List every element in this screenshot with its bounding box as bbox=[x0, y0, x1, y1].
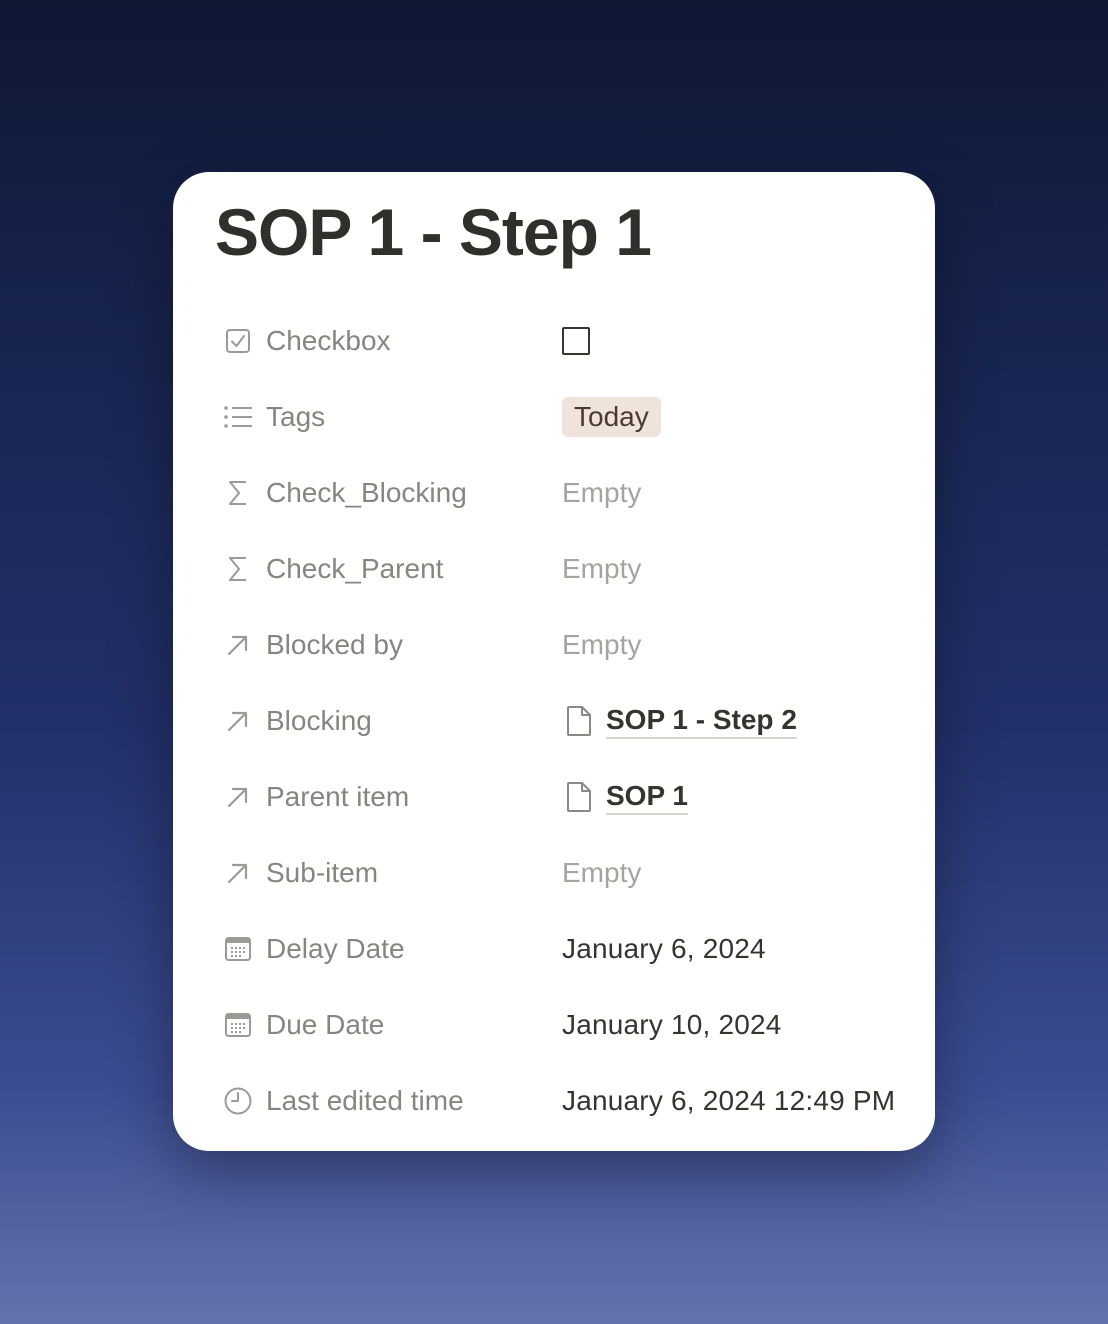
property-row-checkbox: Checkbox bbox=[221, 303, 921, 379]
document-icon bbox=[562, 704, 596, 738]
property-label-text: Blocking bbox=[266, 705, 372, 736]
property-row-delay-date: Delay Date January 6, 2024 bbox=[221, 911, 921, 987]
calendar-icon bbox=[221, 932, 255, 966]
tag-badge[interactable]: Today bbox=[562, 397, 661, 437]
properties-list: Checkbox Tags Today Check_Blocking Empty… bbox=[221, 303, 921, 1139]
property-label-check-blocking[interactable]: Check_Blocking bbox=[221, 455, 562, 531]
property-label-check-parent[interactable]: Check_Parent bbox=[221, 531, 562, 607]
page-properties-card: SOP 1 - Step 1 Checkbox Tags Today Check… bbox=[173, 172, 935, 1151]
arrow-up-right-icon bbox=[221, 780, 255, 814]
arrow-up-right-icon bbox=[221, 704, 255, 738]
date-value: January 10, 2024 bbox=[562, 1009, 782, 1040]
empty-value: Empty bbox=[562, 629, 642, 660]
property-label-text: Tags bbox=[266, 401, 326, 432]
property-label-tags[interactable]: Tags bbox=[221, 379, 562, 455]
document-icon bbox=[562, 780, 596, 814]
property-row-sub-item: Sub-item Empty bbox=[221, 835, 921, 911]
property-label-due-date[interactable]: Due Date bbox=[221, 987, 562, 1063]
clock-icon bbox=[221, 1084, 255, 1118]
timestamp-value: January 6, 2024 12:49 PM bbox=[562, 1085, 896, 1116]
property-value-parent-item: SOP 1 bbox=[562, 759, 688, 835]
sigma-icon bbox=[221, 476, 255, 510]
property-label-text: Checkbox bbox=[266, 325, 391, 356]
property-label-text: Last edited time bbox=[266, 1085, 464, 1116]
empty-value: Empty bbox=[562, 477, 642, 508]
property-row-last-edited-time: Last edited time January 6, 2024 12:49 P… bbox=[221, 1063, 921, 1139]
property-label-text: Blocked by bbox=[266, 629, 403, 660]
property-row-due-date: Due Date January 10, 2024 bbox=[221, 987, 921, 1063]
page-title[interactable]: SOP 1 - Step 1 bbox=[215, 194, 652, 270]
property-label-blocked-by[interactable]: Blocked by bbox=[221, 607, 562, 683]
property-value-blocked-by[interactable]: Empty bbox=[562, 607, 641, 683]
checkbox-icon bbox=[221, 324, 255, 358]
property-value-delay-date[interactable]: January 6, 2024 bbox=[562, 911, 766, 987]
property-label-text: Check_Blocking bbox=[266, 477, 467, 508]
empty-value: Empty bbox=[562, 553, 642, 584]
property-value-sub-item[interactable]: Empty bbox=[562, 835, 641, 911]
property-value-last-edited-time: January 6, 2024 12:49 PM bbox=[562, 1063, 895, 1139]
arrow-up-right-icon bbox=[221, 856, 255, 890]
property-value-check-parent[interactable]: Empty bbox=[562, 531, 641, 607]
property-label-text: Sub-item bbox=[266, 857, 379, 888]
property-value-tags[interactable]: Today bbox=[562, 379, 661, 455]
property-row-check-parent: Check_Parent Empty bbox=[221, 531, 921, 607]
sigma-icon bbox=[221, 552, 255, 586]
property-value-checkbox bbox=[562, 303, 590, 379]
property-row-tags: Tags Today bbox=[221, 379, 921, 455]
arrow-up-right-icon bbox=[221, 628, 255, 662]
date-value: January 6, 2024 bbox=[562, 933, 766, 964]
relation-link[interactable]: SOP 1 - Step 2 bbox=[562, 704, 797, 739]
property-label-text: Check_Parent bbox=[266, 553, 444, 584]
property-row-blocking: Blocking SOP 1 - Step 2 bbox=[221, 683, 921, 759]
property-row-parent-item: Parent item SOP 1 bbox=[221, 759, 921, 835]
property-label-blocking[interactable]: Blocking bbox=[221, 683, 562, 759]
property-value-check-blocking[interactable]: Empty bbox=[562, 455, 641, 531]
property-label-text: Delay Date bbox=[266, 933, 405, 964]
property-label-last-edited-time[interactable]: Last edited time bbox=[221, 1063, 562, 1139]
relation-link-text[interactable]: SOP 1 bbox=[606, 780, 688, 815]
checkbox-input[interactable] bbox=[562, 327, 590, 355]
property-label-text: Due Date bbox=[266, 1009, 385, 1040]
relation-link[interactable]: SOP 1 bbox=[562, 780, 688, 815]
list-icon bbox=[221, 400, 255, 434]
property-row-blocked-by: Blocked by Empty bbox=[221, 607, 921, 683]
empty-value: Empty bbox=[562, 857, 642, 888]
property-label-delay-date[interactable]: Delay Date bbox=[221, 911, 562, 987]
property-value-due-date[interactable]: January 10, 2024 bbox=[562, 987, 782, 1063]
calendar-icon bbox=[221, 1008, 255, 1042]
property-label-checkbox[interactable]: Checkbox bbox=[221, 303, 562, 379]
property-value-blocking: SOP 1 - Step 2 bbox=[562, 683, 797, 759]
property-label-parent-item[interactable]: Parent item bbox=[221, 759, 562, 835]
property-label-text: Parent item bbox=[266, 781, 410, 812]
relation-link-text[interactable]: SOP 1 - Step 2 bbox=[606, 704, 797, 739]
property-row-check-blocking: Check_Blocking Empty bbox=[221, 455, 921, 531]
property-label-sub-item[interactable]: Sub-item bbox=[221, 835, 562, 911]
